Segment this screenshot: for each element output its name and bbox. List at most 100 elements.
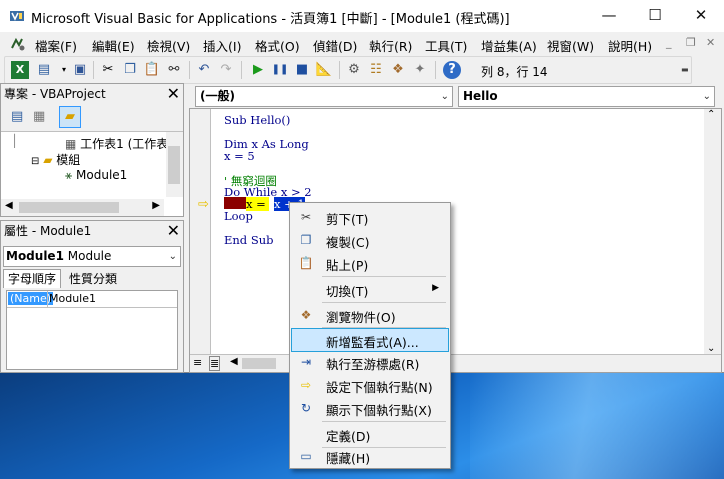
pause-icon[interactable]: ❚❚	[271, 61, 289, 79]
child-restore-button[interactable]: ❐	[686, 36, 696, 49]
desktop-light-beam	[470, 372, 724, 479]
execution-arrow-icon: ⇨	[198, 197, 209, 212]
tree-item-module1[interactable]: ⚹ Module1	[65, 168, 127, 183]
view-code-icon[interactable]: ▤	[11, 109, 23, 124]
undo-icon[interactable]: ↶	[195, 61, 213, 79]
vba-app-icon	[10, 11, 24, 21]
object-browser-icon: ❖	[300, 308, 312, 322]
full-module-view-icon[interactable]: ≣	[209, 356, 221, 371]
properties-window: 屬性 - Module1 ✕ Module1 Module ⌄ 字母順序 性質分…	[0, 220, 184, 373]
menu-run[interactable]: 執行(R)	[369, 36, 412, 55]
menu-item-definition[interactable]: 定義(D)	[292, 423, 447, 445]
module-menu-icon[interactable]	[10, 36, 26, 52]
copy-icon[interactable]: ❐	[121, 61, 139, 79]
code-editor[interactable]: Sub Hello() Dim x As Long x = 5 ' 無窮迴圈 D…	[189, 108, 722, 373]
help-icon[interactable]: ?	[443, 61, 461, 79]
menu-item-add-watch[interactable]: 新增監看式(A)...	[291, 328, 449, 352]
chevron-down-icon[interactable]: ⌄	[441, 87, 449, 106]
tree-vertical-scrollbar[interactable]	[166, 132, 183, 197]
properties-icon[interactable]: ☷	[367, 61, 385, 79]
menu-view[interactable]: 檢視(V)	[147, 36, 190, 55]
tab-alphabetic[interactable]: 字母順序	[3, 269, 62, 288]
close-icon[interactable]: ✕	[167, 222, 180, 239]
menu-help[interactable]: 說明(H)	[608, 36, 652, 55]
procedure-dropdown[interactable]: Hello ⌄	[458, 86, 715, 107]
close-button[interactable]: ✕	[678, 0, 724, 32]
menu-file[interactable]: 檔案(F)	[35, 36, 77, 55]
project-pane-toolbar: ▤ ▦ ▰	[1, 104, 183, 132]
show-next-statement-icon: ↻	[300, 401, 312, 415]
paste-icon[interactable]: 📋	[143, 61, 161, 79]
design-mode-icon[interactable]: 📐	[315, 61, 333, 79]
chevron-down-icon[interactable]: ⌄	[703, 87, 711, 106]
run-to-cursor-icon: ⇥	[300, 355, 312, 369]
procedure-view-icon[interactable]: ≡	[193, 356, 202, 369]
scroll-down-icon[interactable]: ⌄	[707, 343, 715, 354]
code-line-3: x = 5	[224, 149, 255, 163]
tree-horizontal-scrollbar[interactable]: ◀ ▶	[1, 199, 164, 216]
minimize-button[interactable]: —	[586, 0, 632, 32]
view-object-icon[interactable]: ▦	[33, 109, 45, 124]
close-icon[interactable]: ✕	[167, 85, 180, 102]
submenu-arrow-icon: ▶	[432, 283, 439, 293]
tree-item-modules-folder[interactable]: ⊟ ▰ 模組	[31, 151, 80, 168]
standard-toolbar: X ▤ ▾ ▣ ✂ ❐ 📋 ⚯ ↶ ↷ ▶ ❚❚ ■ 📐 ⚙ ☷ ❖ ✦ ? 列…	[4, 56, 692, 84]
project-explorer-icon[interactable]: ⚙	[345, 61, 363, 79]
collapse-icon[interactable]: ⊟	[31, 156, 39, 167]
menu-item-run-to-cursor[interactable]: ⇥ 執行至游標處(R)	[292, 351, 447, 373]
tree-line: │	[11, 134, 19, 148]
property-value[interactable]: Module1	[49, 292, 96, 305]
menu-item-paste[interactable]: 📋 貼上(P)	[292, 252, 447, 274]
project-explorer: 專案 - VBAProject ✕ ▤ ▦ ▰ │ ▦ 工作表1 (工作表 ⊟ …	[0, 83, 184, 217]
scroll-left-icon[interactable]: ◀	[230, 356, 238, 367]
set-next-statement-icon: ⇨	[300, 378, 312, 392]
hide-icon: ▭	[300, 449, 312, 463]
object-combo[interactable]: Module1 Module ⌄	[3, 246, 181, 267]
menu-item-set-next-statement[interactable]: ⇨ 設定下個執行點(N)	[292, 374, 447, 396]
toggle-folders-icon[interactable]: ▰	[59, 106, 81, 128]
child-close-button[interactable]: ✕	[706, 36, 715, 49]
code-line-8: End Sub	[224, 233, 274, 247]
find-icon[interactable]: ⚯	[165, 61, 183, 79]
menu-debug[interactable]: 偵錯(D)	[313, 36, 357, 55]
toolbar-options-icon[interactable]: ▬	[681, 61, 689, 79]
child-minimize-button[interactable]: _	[666, 36, 672, 49]
menu-window[interactable]: 視窗(W)	[547, 36, 594, 55]
menu-insert[interactable]: 插入(I)	[203, 36, 241, 55]
menu-addins[interactable]: 增益集(A)	[481, 36, 537, 55]
run-icon[interactable]: ▶	[249, 61, 267, 79]
stop-icon[interactable]: ■	[293, 61, 311, 79]
menu-tools[interactable]: 工具(T)	[425, 36, 467, 55]
tree-item-worksheet[interactable]: ▦ 工作表1 (工作表	[65, 135, 168, 152]
maximize-button[interactable]: ☐	[632, 0, 678, 32]
menu-edit[interactable]: 編輯(E)	[92, 36, 135, 55]
menu-item-show-next-statement[interactable]: ↻ 顯示下個執行點(X)	[292, 397, 447, 419]
menu-item-object-browser[interactable]: ❖ 瀏覽物件(O)	[292, 304, 447, 326]
redo-icon[interactable]: ↷	[217, 61, 235, 79]
menu-item-cut[interactable]: ✂ 剪下(T)	[292, 206, 447, 228]
code-vertical-scrollbar[interactable]: ⌃ ⌄	[704, 109, 721, 354]
excel-icon[interactable]: X	[11, 61, 29, 79]
object-browser-icon[interactable]: ❖	[389, 61, 407, 79]
save-icon[interactable]: ▣	[71, 61, 89, 79]
breakpoint-highlight	[224, 197, 246, 209]
toolbox-icon[interactable]: ✦	[411, 61, 429, 79]
chevron-down-icon[interactable]: ⌄	[169, 247, 177, 266]
menu-item-hide[interactable]: ▭ 隱藏(H)	[292, 445, 447, 467]
scroll-up-icon[interactable]: ⌃	[707, 109, 715, 120]
insert-module-icon[interactable]: ▤	[35, 61, 53, 79]
tab-categorized[interactable]: 性質分類	[65, 270, 121, 288]
code-line-1: Sub Hello()	[224, 113, 291, 127]
copy-icon: ❐	[300, 233, 312, 247]
code-horizontal-scrollbar[interactable]: ≡ ≣ ◀	[190, 354, 721, 372]
scroll-left-icon[interactable]: ◀	[5, 200, 13, 211]
margin-indicator-bar[interactable]	[190, 109, 211, 354]
scroll-right-icon[interactable]: ▶	[152, 200, 160, 211]
module-icon: ⚹	[65, 168, 73, 182]
folder-icon: ▰	[43, 153, 53, 167]
menu-format[interactable]: 格式(O)	[255, 36, 300, 55]
object-dropdown[interactable]: (一般) ⌄	[195, 86, 453, 107]
cut-icon[interactable]: ✂	[99, 61, 117, 79]
menu-item-copy[interactable]: ❐ 複製(C)	[292, 229, 447, 251]
menu-item-toggle[interactable]: 切換(T) ▶	[292, 278, 447, 300]
